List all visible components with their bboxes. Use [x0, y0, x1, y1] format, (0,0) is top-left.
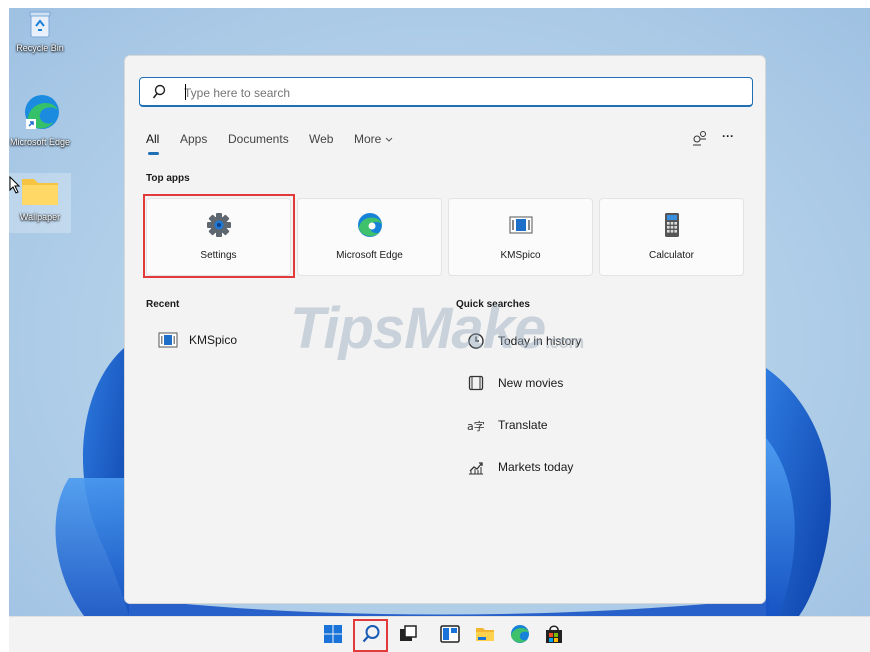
desktop-icon-label: Microsoft Edge — [9, 137, 71, 147]
film-icon — [468, 375, 484, 391]
top-apps-heading: Top apps — [146, 173, 190, 184]
tile-label: Microsoft Edge — [336, 250, 403, 261]
tab-web[interactable]: Web — [309, 132, 333, 146]
watermark-suffix: .com — [545, 332, 584, 352]
chart-up-icon — [469, 462, 483, 475]
more-options-button[interactable]: ··· — [722, 129, 734, 143]
translate-icon: a字 — [467, 419, 485, 433]
tile-label: KMSpico — [500, 250, 541, 261]
recent-heading: Recent — [146, 299, 180, 310]
settings-highlight-box — [143, 194, 295, 278]
chevron-down-icon — [385, 137, 393, 142]
edge-icon — [358, 213, 382, 237]
tab-apps[interactable]: Apps — [180, 132, 207, 146]
tab-documents[interactable]: Documents — [228, 132, 289, 146]
search-box[interactable] — [139, 77, 753, 107]
svg-text:a字: a字 — [467, 419, 485, 433]
desktop-icon-microsoft-edge[interactable]: Microsoft Edge — [9, 92, 71, 147]
tab-more[interactable]: More — [354, 132, 393, 146]
search-icon — [152, 84, 166, 99]
search-input[interactable] — [182, 83, 726, 103]
desktop-icon-label: Wallpaper — [19, 212, 61, 222]
kmspico-icon — [158, 332, 178, 348]
widgets-icon[interactable] — [439, 623, 461, 645]
tipsmake-watermark: TipsMake.com — [290, 295, 584, 362]
task-view-icon[interactable] — [397, 623, 419, 645]
quick-search-label: Translate — [498, 418, 548, 432]
edge-shortcut-icon — [25, 95, 59, 129]
desktop-icon-recycle-bin[interactable]: Recycle Bin — [9, 10, 71, 53]
kmspico-icon — [509, 216, 533, 234]
tile-label: Calculator — [648, 250, 695, 261]
folder-icon — [22, 179, 58, 205]
mouse-cursor-icon — [9, 176, 21, 194]
tab-more-label: More — [354, 132, 382, 146]
search-icon[interactable] — [360, 623, 382, 645]
top-app-microsoft-edge[interactable]: Microsoft Edge — [297, 198, 442, 276]
desktop-icon-label: Recycle Bin — [16, 43, 64, 53]
tab-all[interactable]: All — [146, 132, 159, 146]
file-explorer-icon[interactable] — [474, 623, 496, 645]
calculator-icon — [665, 213, 679, 237]
start-icon[interactable] — [322, 623, 344, 645]
people-icon[interactable] — [692, 130, 708, 146]
recent-item-label: KMSpico — [189, 333, 238, 347]
text-caret — [185, 84, 186, 100]
watermark-text: TipsMake — [290, 296, 546, 361]
taskbar — [9, 616, 870, 652]
top-app-kmspico[interactable]: KMSpico — [448, 198, 593, 276]
edge-icon[interactable] — [509, 623, 531, 645]
quick-search-label: Markets today — [498, 460, 574, 474]
top-app-calculator[interactable]: Calculator — [599, 198, 744, 276]
store-icon[interactable] — [543, 623, 565, 645]
recycle-bin-icon — [29, 11, 51, 38]
active-tab-indicator — [148, 152, 159, 155]
quick-search-label: New movies — [498, 376, 564, 390]
